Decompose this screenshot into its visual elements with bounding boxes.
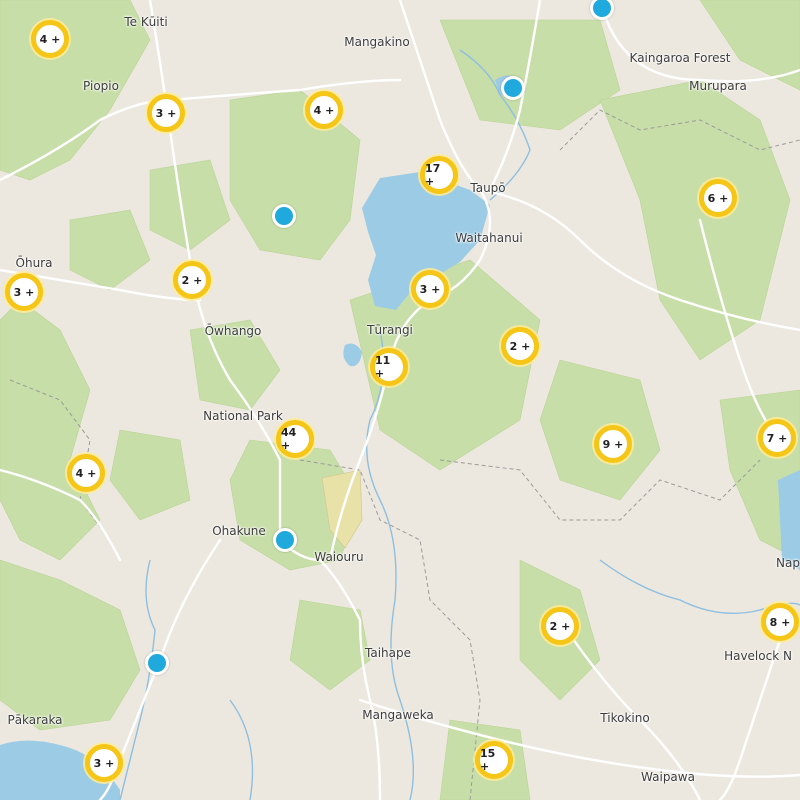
cluster-count: 15 + <box>480 747 496 773</box>
cluster-marker[interactable]: 4 + <box>31 20 69 58</box>
cluster-count: 3 + <box>155 106 177 120</box>
place-label-napier: Nap <box>776 556 800 570</box>
place-label-tikokino: Tikokino <box>600 711 650 725</box>
cluster-marker[interactable]: 11 + <box>370 348 408 386</box>
place-label-waitahanui: Waitahanui <box>455 231 523 245</box>
place-label-pakaraka: Pākaraka <box>7 713 63 727</box>
cluster-count: 2 + <box>181 273 203 287</box>
cluster-count: 2 + <box>549 619 571 633</box>
place-label-taupo: Taupō <box>470 181 506 195</box>
cluster-marker[interactable]: 6 + <box>699 179 737 217</box>
place-label-taihape: Taihape <box>365 646 411 660</box>
place-label-havelock-north: Havelock N <box>724 649 792 663</box>
place-label-mangakino: Mangakino <box>344 35 410 49</box>
cluster-count: 8 + <box>769 615 791 629</box>
cluster-count: 17 + <box>425 162 441 188</box>
location-marker-icon[interactable] <box>273 528 297 552</box>
cluster-marker[interactable]: 2 + <box>541 607 579 645</box>
cluster-marker[interactable]: 2 + <box>501 327 539 365</box>
location-marker-icon[interactable] <box>272 204 296 228</box>
place-label-national-park: National Park <box>203 409 283 423</box>
cluster-count: 44 + <box>281 426 297 452</box>
cluster-marker[interactable]: 4 + <box>305 91 343 129</box>
cluster-marker[interactable]: 9 + <box>594 425 632 463</box>
cluster-marker[interactable]: 3 + <box>411 270 449 308</box>
cluster-marker[interactable]: 4 + <box>67 454 105 492</box>
map-view[interactable]: Te Kūiti Mangakino Kaingaroa Forest Murupar… <box>0 0 800 800</box>
cluster-marker[interactable]: 44 + <box>276 420 314 458</box>
place-label-ohura: Ōhura <box>15 256 53 270</box>
cluster-marker[interactable]: 7 + <box>758 419 796 457</box>
place-label-ohakune: Ohakune <box>212 524 266 538</box>
cluster-marker[interactable]: 17 + <box>420 156 458 194</box>
cluster-count: 3 + <box>93 756 115 770</box>
cluster-marker[interactable]: 2 + <box>173 261 211 299</box>
cluster-count: 4 + <box>313 103 335 117</box>
place-label-te-kuiti: Te Kūiti <box>124 15 168 29</box>
cluster-marker[interactable]: 8 + <box>761 603 799 641</box>
place-label-waiouru: Waiouru <box>314 550 364 564</box>
cluster-count: 3 + <box>13 285 35 299</box>
cluster-count: 11 + <box>375 354 391 380</box>
location-marker-icon[interactable] <box>145 651 169 675</box>
place-label-murupara: Murupara <box>689 79 747 93</box>
place-label-kaingaroa-forest: Kaingaroa Forest <box>629 51 731 65</box>
map-basemap <box>0 0 800 800</box>
place-label-mangaweka: Mangaweka <box>362 708 434 722</box>
place-label-waipawa: Waipawa <box>641 770 695 784</box>
cluster-count: 4 + <box>39 32 61 46</box>
cluster-count: 9 + <box>602 437 624 451</box>
place-label-owhango: Ōwhango <box>204 324 262 338</box>
cluster-marker[interactable]: 15 + <box>475 741 513 779</box>
location-marker-icon[interactable] <box>501 76 525 100</box>
cluster-count: 2 + <box>509 339 531 353</box>
cluster-marker[interactable]: 3 + <box>85 744 123 782</box>
cluster-count: 6 + <box>707 191 729 205</box>
place-label-piopio: Piopio <box>83 79 119 93</box>
place-label-turangi: Tūrangi <box>367 323 413 337</box>
cluster-count: 3 + <box>419 282 441 296</box>
cluster-count: 7 + <box>766 431 788 445</box>
cluster-marker[interactable]: 3 + <box>147 94 185 132</box>
cluster-marker[interactable]: 3 + <box>5 273 43 311</box>
cluster-count: 4 + <box>75 466 97 480</box>
